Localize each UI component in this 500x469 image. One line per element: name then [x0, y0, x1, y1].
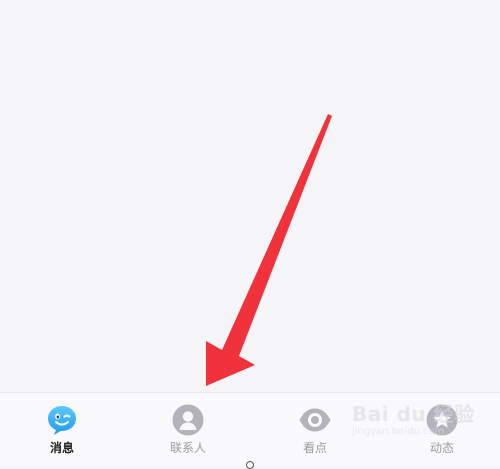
tab-messages[interactable]: 消息 [17, 393, 107, 467]
eye-icon [299, 408, 331, 432]
tab-watch[interactable]: 看点 [270, 393, 360, 467]
watermark-subtext: jingyan.baidu.com [352, 426, 445, 437]
tab-label-watch: 看点 [302, 441, 327, 455]
tab-label-contacts: 联系人 [169, 441, 206, 455]
tab-contacts[interactable]: 联系人 [143, 393, 233, 467]
watermark-text: Bai du 经验 [352, 402, 475, 426]
tab-label-messages: 消息 [49, 441, 74, 455]
baidu-jingyan-watermark: Bai du 经验 jingyan.baidu.com [352, 396, 492, 456]
content-area [0, 0, 500, 392]
bottom-indicator-dot [246, 461, 254, 469]
contact-person-icon [172, 404, 204, 436]
qq-penguin-icon [48, 406, 76, 435]
